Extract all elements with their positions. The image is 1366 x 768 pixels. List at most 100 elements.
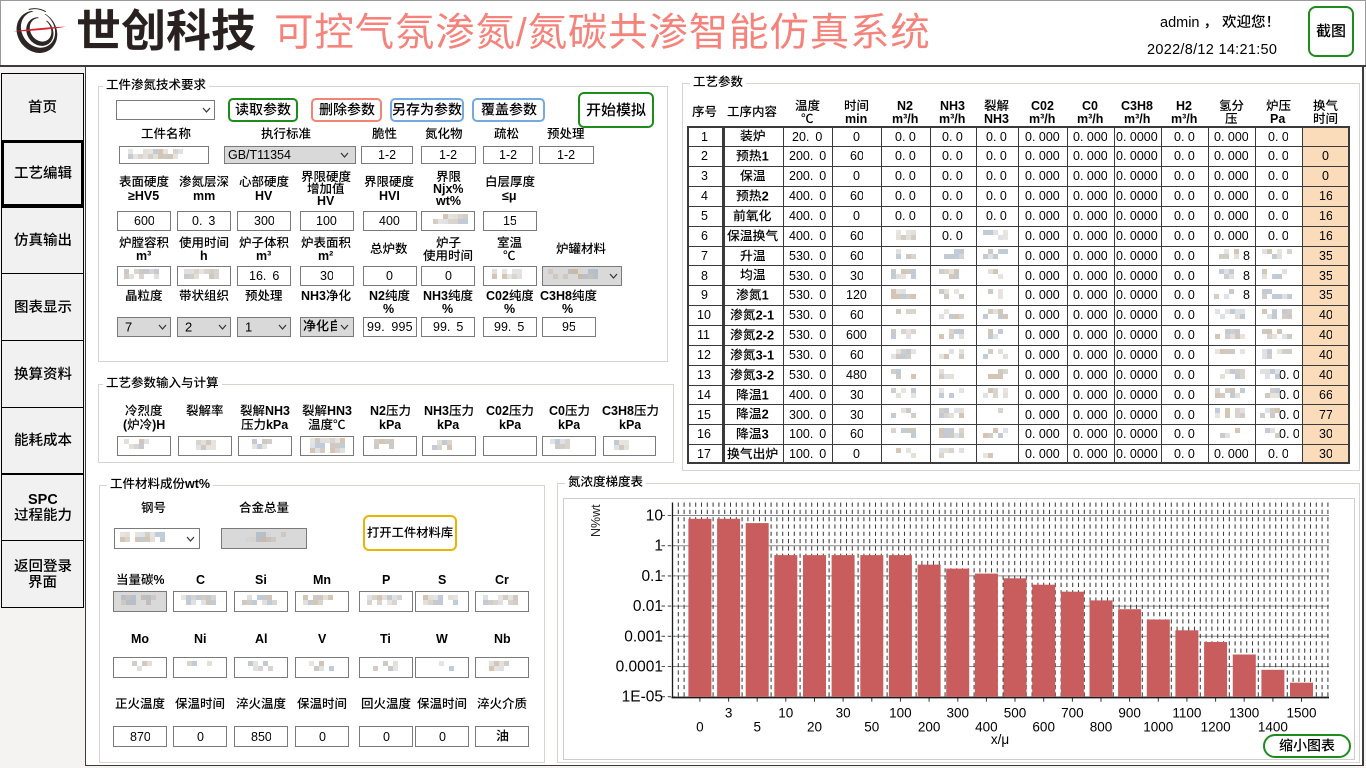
svg-text:0. 000: 0. 000 bbox=[1073, 447, 1108, 461]
svg-text:Nb: Nb bbox=[494, 632, 511, 646]
svg-text:0. 0: 0. 0 bbox=[1268, 229, 1289, 243]
svg-text:0. 000: 0. 000 bbox=[1214, 229, 1249, 243]
svg-text:0. 0: 0. 0 bbox=[986, 189, 1007, 203]
svg-text:600: 600 bbox=[1032, 720, 1055, 735]
svg-text:0: 0 bbox=[439, 730, 446, 744]
svg-text:30: 30 bbox=[1319, 427, 1333, 441]
svg-text:0. 000: 0. 000 bbox=[1025, 447, 1060, 461]
svg-text:0. 0: 0. 0 bbox=[1174, 388, 1195, 402]
svg-text:0. 000: 0. 000 bbox=[1073, 269, 1108, 283]
svg-text:60: 60 bbox=[850, 149, 864, 163]
svg-text:0. 0000: 0. 0000 bbox=[1116, 427, 1158, 441]
svg-text:5: 5 bbox=[753, 720, 761, 735]
svg-text:2-1: 2-1 bbox=[756, 308, 774, 322]
svg-text:8: 8 bbox=[1243, 249, 1250, 263]
svg-text:200. 0: 200. 0 bbox=[789, 149, 826, 163]
svg-text:kPa: kPa bbox=[558, 418, 580, 432]
svg-text:12: 12 bbox=[697, 348, 711, 362]
svg-text:2: 2 bbox=[185, 320, 192, 334]
svg-text:0. 0: 0. 0 bbox=[1174, 249, 1195, 263]
svg-text:530. 0: 530. 0 bbox=[789, 308, 826, 322]
svg-text:0. 0: 0. 0 bbox=[895, 169, 916, 183]
svg-text:0. 000: 0. 000 bbox=[1073, 427, 1108, 441]
svg-text:530. 0: 530. 0 bbox=[789, 249, 826, 263]
svg-text:0. 0: 0. 0 bbox=[1174, 130, 1195, 144]
svg-text:50: 50 bbox=[864, 720, 879, 735]
svg-text:35: 35 bbox=[1319, 288, 1333, 302]
svg-text:0. 000: 0. 000 bbox=[1073, 209, 1108, 223]
svg-text:300: 300 bbox=[947, 706, 970, 721]
svg-text:1-2: 1-2 bbox=[439, 148, 457, 162]
svg-text:0. 0: 0. 0 bbox=[942, 189, 963, 203]
svg-text:0. 000: 0. 000 bbox=[1214, 209, 1249, 223]
svg-text:7: 7 bbox=[125, 320, 132, 334]
svg-text:870: 870 bbox=[130, 730, 151, 744]
svg-text:m³: m³ bbox=[256, 249, 271, 263]
svg-text:60: 60 bbox=[850, 249, 864, 263]
svg-text:%: % bbox=[383, 302, 394, 316]
svg-text:30: 30 bbox=[850, 408, 864, 422]
svg-text:kPa: kPa bbox=[266, 418, 288, 432]
svg-text:2: 2 bbox=[761, 407, 768, 421]
svg-text:N2: N2 bbox=[370, 404, 386, 418]
svg-text:Al: Al bbox=[255, 632, 268, 646]
svg-text:NH3: NH3 bbox=[301, 289, 326, 303]
svg-text:0: 0 bbox=[386, 269, 393, 283]
svg-text:3-2: 3-2 bbox=[756, 368, 774, 382]
svg-text:0. 0000: 0. 0000 bbox=[1116, 209, 1158, 223]
svg-text:0: 0 bbox=[853, 169, 860, 183]
svg-text:0. 000: 0. 000 bbox=[1025, 269, 1060, 283]
svg-text:530. 0: 530. 0 bbox=[789, 269, 826, 283]
svg-text:0. 0: 0. 0 bbox=[986, 149, 1007, 163]
svg-text:35: 35 bbox=[1319, 249, 1333, 263]
svg-text:0. 0: 0. 0 bbox=[1174, 209, 1195, 223]
svg-text:1-2: 1-2 bbox=[378, 148, 396, 162]
svg-text:530. 0: 530. 0 bbox=[789, 288, 826, 302]
svg-text:HV: HV bbox=[255, 189, 272, 203]
svg-text:Ti: Ti bbox=[380, 632, 391, 646]
svg-text:0. 0: 0. 0 bbox=[895, 189, 916, 203]
svg-text:C02: C02 bbox=[1031, 99, 1054, 113]
svg-text:300. 0: 300. 0 bbox=[789, 408, 826, 422]
svg-text:wt%: wt% bbox=[436, 194, 461, 208]
svg-text:2: 2 bbox=[761, 189, 768, 203]
svg-text:0. 0: 0. 0 bbox=[1174, 427, 1195, 441]
svg-text:0. 000: 0. 000 bbox=[1073, 368, 1108, 382]
svg-text:0. 000: 0. 000 bbox=[1073, 169, 1108, 183]
svg-text:0. 000: 0. 000 bbox=[1025, 288, 1060, 302]
svg-text:m³/h: m³/h bbox=[939, 112, 965, 126]
svg-text:Mo: Mo bbox=[131, 632, 149, 646]
svg-text:0. 000: 0. 000 bbox=[1025, 328, 1060, 342]
svg-text:0. 0: 0. 0 bbox=[1174, 348, 1195, 362]
svg-text:100. 0: 100. 0 bbox=[789, 427, 826, 441]
svg-text:0.01: 0.01 bbox=[633, 598, 663, 615]
svg-text:16: 16 bbox=[1319, 209, 1333, 223]
svg-text:30: 30 bbox=[850, 269, 864, 283]
svg-text:0. 0: 0. 0 bbox=[942, 229, 963, 243]
svg-text:C02: C02 bbox=[486, 289, 509, 303]
svg-text:5: 5 bbox=[701, 209, 708, 223]
svg-text:≥HV5: ≥HV5 bbox=[128, 189, 159, 203]
svg-text:0. 000: 0. 000 bbox=[1025, 388, 1060, 402]
svg-text:2022/8/12 14:21:50: 2022/8/12 14:21:50 bbox=[1147, 41, 1277, 57]
svg-text:11: 11 bbox=[697, 328, 710, 342]
svg-text:13: 13 bbox=[697, 368, 711, 382]
svg-text:0: 0 bbox=[853, 447, 860, 461]
svg-text:NH3: NH3 bbox=[424, 404, 449, 418]
svg-text:0. 0: 0. 0 bbox=[1174, 328, 1195, 342]
svg-text:530. 0: 530. 0 bbox=[789, 348, 826, 362]
svg-text:20: 20 bbox=[807, 720, 822, 735]
svg-text:0. 0: 0. 0 bbox=[1174, 408, 1195, 422]
svg-text:0.0001: 0.0001 bbox=[616, 659, 663, 676]
svg-text:0: 0 bbox=[197, 730, 204, 744]
svg-text:4: 4 bbox=[701, 189, 708, 203]
svg-text:1-2: 1-2 bbox=[499, 148, 517, 162]
svg-text:10: 10 bbox=[646, 508, 664, 525]
svg-text:0. 000: 0. 000 bbox=[1025, 249, 1060, 263]
svg-text:0. 0: 0. 0 bbox=[1268, 149, 1289, 163]
svg-text:HVI: HVI bbox=[379, 189, 400, 203]
svg-text:60: 60 bbox=[850, 348, 864, 362]
svg-text:0: 0 bbox=[853, 209, 860, 223]
svg-text:0. 000: 0. 000 bbox=[1025, 427, 1060, 441]
svg-text:0. 000: 0. 000 bbox=[1025, 308, 1060, 322]
